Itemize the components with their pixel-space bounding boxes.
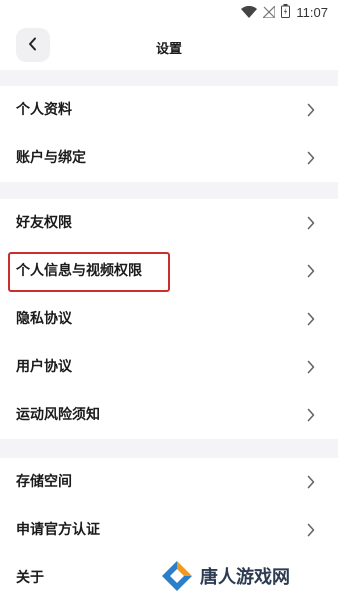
- settings-item-official-verification[interactable]: 申请官方认证: [0, 506, 338, 554]
- signal-icon: [261, 3, 277, 22]
- settings-item-privacy-policy[interactable]: 隐私协议: [0, 295, 338, 343]
- chevron-right-icon: [307, 523, 315, 537]
- settings-item-user-agreement[interactable]: 用户协议: [0, 343, 338, 391]
- settings-item-label: 申请官方认证: [16, 522, 100, 538]
- chevron-right-icon: [307, 408, 315, 422]
- settings-item-label: 存储空间: [16, 474, 72, 490]
- settings-item-label: 用户协议: [16, 359, 72, 375]
- battery-icon: [281, 3, 291, 22]
- status-time: 11:07: [296, 4, 328, 20]
- chevron-right-icon: [307, 103, 315, 117]
- chevron-right-icon: [307, 216, 315, 230]
- settings-item-exercise-risk[interactable]: 运动风险须知: [0, 391, 338, 439]
- chevron-right-icon: [307, 264, 315, 278]
- settings-item-label: 隐私协议: [16, 311, 72, 327]
- watermark-logo-icon: [162, 561, 192, 591]
- status-icons: 11:07: [241, 3, 328, 22]
- settings-group-account: 个人资料 账户与绑定: [0, 86, 338, 182]
- settings-item-label: 运动风险须知: [16, 407, 100, 423]
- status-bar: 11:07: [0, 0, 338, 24]
- settings-item-label: 关于: [16, 570, 44, 586]
- nav-header: 设置: [0, 24, 338, 70]
- settings-item-storage[interactable]: 存储空间: [0, 458, 338, 506]
- settings-item-label: 好友权限: [16, 215, 72, 231]
- chevron-right-icon: [307, 151, 315, 165]
- settings-group-privacy: 好友权限 个人信息与视频权限 隐私协议 用户协议 运动风险须知: [0, 199, 338, 439]
- chevron-right-icon: [307, 475, 315, 489]
- wifi-icon: [241, 3, 258, 22]
- page-title: 设置: [155, 42, 182, 57]
- settings-item-friend-permission[interactable]: 好友权限: [0, 199, 338, 247]
- settings-item-label: 个人资料: [16, 102, 72, 118]
- highlight-annotation-box: [8, 252, 170, 292]
- chevron-right-icon: [307, 360, 315, 374]
- settings-item-label: 账户与绑定: [16, 150, 86, 166]
- chevron-right-icon: [307, 312, 315, 326]
- watermark-text: 唐人游戏网: [200, 567, 290, 588]
- settings-item-profile[interactable]: 个人资料: [0, 86, 338, 134]
- watermark: 唐人游戏网: [160, 556, 290, 596]
- settings-item-account-binding[interactable]: 账户与绑定: [0, 134, 338, 182]
